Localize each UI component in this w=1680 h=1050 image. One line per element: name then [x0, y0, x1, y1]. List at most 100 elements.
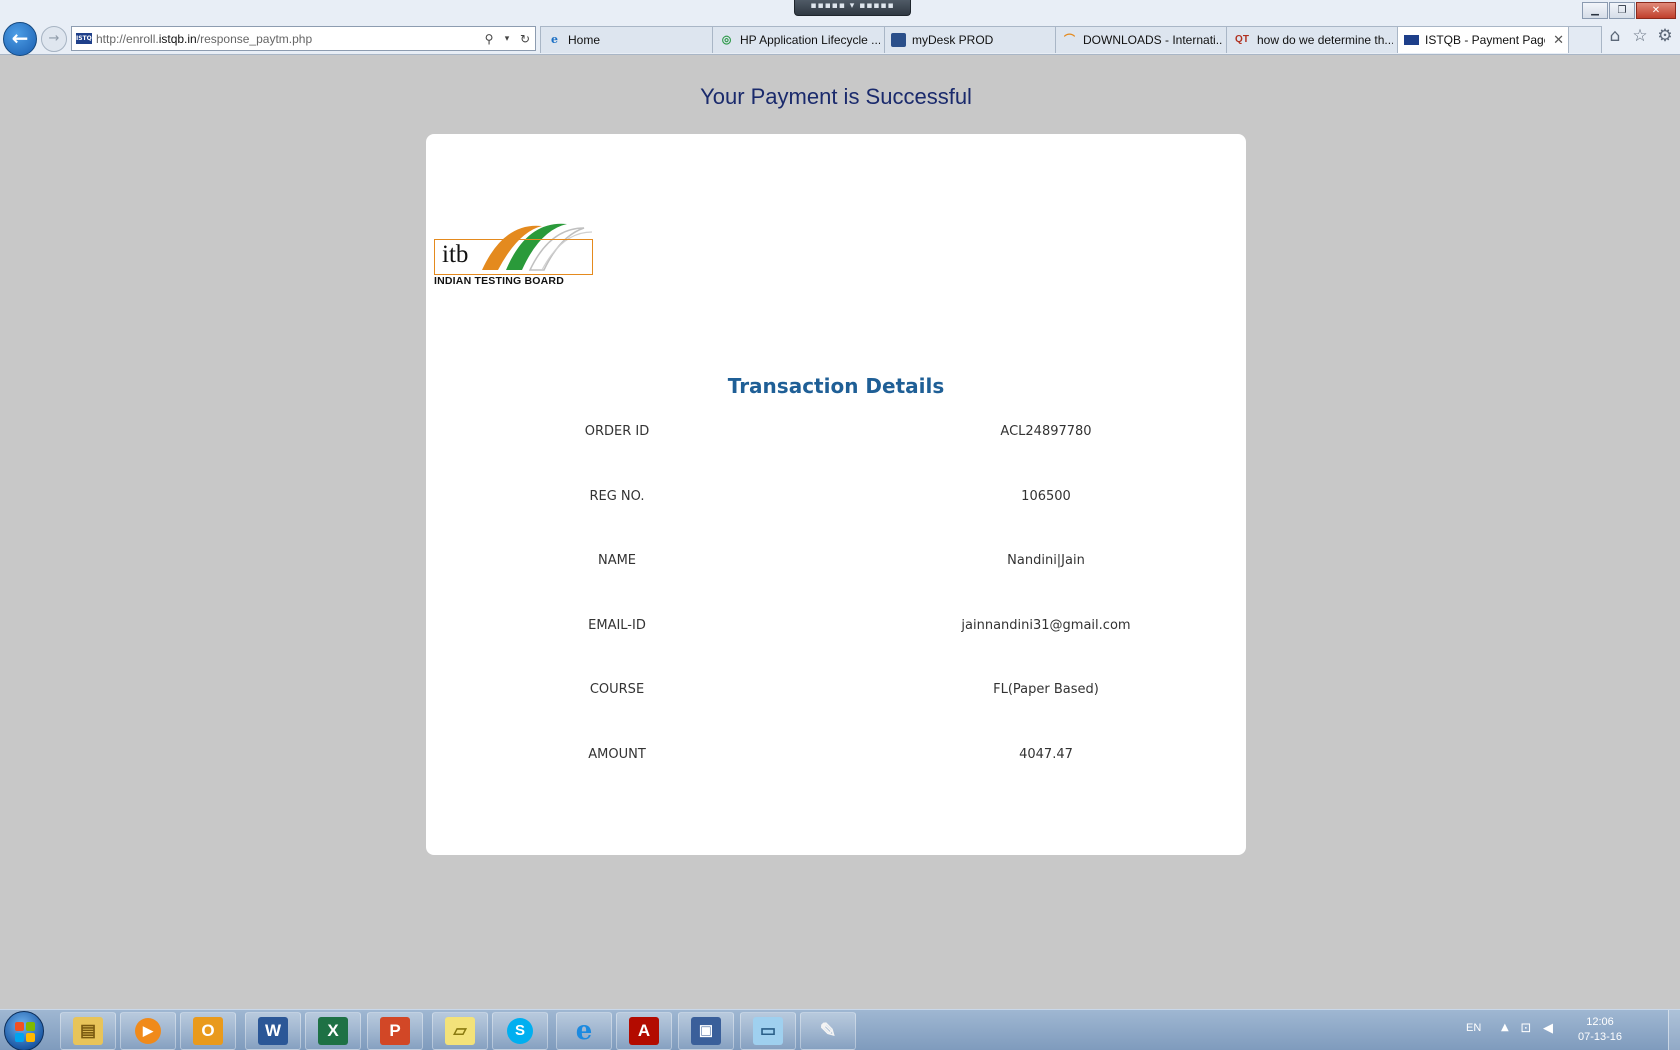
back-arrow-icon: ←: [11, 26, 29, 50]
back-button[interactable]: ←: [3, 22, 37, 56]
hp-alm-icon: ◎: [721, 34, 732, 46]
tab-label: Home: [568, 33, 601, 47]
tab-label: myDesk PROD: [912, 33, 994, 47]
new-tab-button[interactable]: [1568, 26, 1602, 53]
skype-icon: S: [507, 1018, 533, 1044]
tab-downloads[interactable]: ⌒ DOWNLOADS - Internati...: [1055, 26, 1227, 53]
taskbar-notepad[interactable]: ▭: [740, 1012, 796, 1050]
paint-icon: ✎: [819, 1020, 837, 1042]
detail-label: ORDER ID: [584, 424, 650, 439]
detail-label: EMAIL-ID: [588, 617, 646, 633]
logo-subtitle: INDIAN TESTING BOARD: [434, 275, 564, 287]
taskbar-powerpoint[interactable]: P: [367, 1012, 423, 1050]
taskbar-media-player[interactable]: ▶: [120, 1012, 176, 1050]
detail-value: Nandini|Jain: [1007, 553, 1085, 568]
detail-value: ACL24897780: [1000, 424, 1092, 439]
ie-icon: e: [551, 33, 558, 46]
detail-label: AMOUNT: [588, 746, 646, 762]
detail-value: FL(Paper Based): [993, 682, 1099, 697]
tab-hp-alm[interactable]: ◎ HP Application Lifecycle ...: [712, 26, 885, 53]
remote-desktop-icon: ▣: [691, 1017, 721, 1045]
show-desktop-button[interactable]: [1668, 1010, 1680, 1050]
taskbar-acrobat[interactable]: A: [616, 1012, 672, 1050]
tab-home[interactable]: e Home: [540, 26, 713, 53]
settings-gear-icon[interactable]: ⚙: [1656, 27, 1674, 45]
close-window-button[interactable]: ✕: [1636, 2, 1676, 19]
taskbar-internet-explorer[interactable]: e: [556, 1012, 612, 1050]
forward-arrow-icon: →: [48, 31, 60, 46]
volume-icon[interactable]: ◀: [1540, 1021, 1556, 1037]
detail-row-name: NAME Nandini|Jain: [426, 553, 1246, 618]
refresh-icon[interactable]: ↻: [517, 32, 533, 46]
notepad-icon: ▭: [753, 1017, 783, 1045]
qt-icon: QT: [1235, 34, 1249, 45]
dropdown-arrow-icon[interactable]: ▾: [499, 34, 515, 44]
taskbar-file-explorer[interactable]: ▤: [60, 1012, 116, 1050]
show-hidden-icons-icon[interactable]: ▲: [1501, 1022, 1509, 1033]
tab-label: how do we determine th...: [1257, 33, 1393, 47]
taskbar-remote-desktop[interactable]: ▣: [678, 1012, 734, 1050]
language-indicator[interactable]: EN: [1466, 1022, 1481, 1034]
url-text[interactable]: http://enroll.istqb.in/response_paytm.ph…: [96, 32, 481, 46]
network-icon[interactable]: ⊡: [1518, 1021, 1534, 1037]
detail-value: jainnandini31@gmail.com: [961, 617, 1131, 633]
taskbar-excel[interactable]: X: [305, 1012, 361, 1050]
remote-session-bar[interactable]: ▪▪▪▪▪ ▾ ▪▪▪▪▪: [794, 0, 911, 16]
url-domain: istqb.in: [158, 31, 197, 46]
acrobat-icon: A: [629, 1017, 659, 1045]
tab-label: HP Application Lifecycle ...: [740, 33, 880, 47]
close-tab-icon[interactable]: ✕: [1553, 32, 1564, 48]
file-explorer-icon: ▤: [73, 1017, 103, 1045]
detail-label: REG NO.: [589, 488, 645, 504]
url-prefix: http://enroll.: [96, 31, 159, 46]
url-path: /response_paytm.php: [196, 31, 313, 46]
taskbar-word[interactable]: W: [245, 1012, 301, 1050]
sticky-notes-icon: ▱: [445, 1017, 475, 1045]
restore-button[interactable]: ❐: [1609, 2, 1635, 19]
detail-row-reg-no: REG NO. 106500: [426, 489, 1246, 554]
detail-label: NAME: [597, 553, 637, 568]
clock-time: 12:06: [1586, 1016, 1614, 1028]
window-controls: ▁ ❐ ✕: [1582, 2, 1676, 19]
clock-date: 07-13-16: [1577, 1031, 1623, 1043]
internet-explorer-icon: e: [575, 1016, 593, 1046]
taskbar-skype[interactable]: S: [492, 1012, 548, 1050]
minimize-button[interactable]: ▁: [1582, 2, 1608, 19]
detail-row-email: EMAIL-ID jainnandini31@gmail.com: [426, 618, 1246, 683]
taskbar-sticky-notes[interactable]: ▱: [432, 1012, 488, 1050]
search-icon[interactable]: ⚲: [481, 32, 497, 46]
transaction-details-table: ORDER ID ACL24897780 REG NO. 106500 NAME…: [426, 424, 1246, 811]
tab-istqb-payment[interactable]: ISTQB - Payment Page ✕: [1397, 26, 1569, 53]
itb-swoosh-icon: ⌒: [1064, 34, 1075, 46]
taskbar-outlook[interactable]: O: [180, 1012, 236, 1050]
page-heading: Your Payment is Successful: [700, 84, 972, 109]
logo-text: itb: [442, 241, 469, 268]
tab-qt-question[interactable]: QT how do we determine th...: [1226, 26, 1398, 53]
transaction-card: itb INDIAN TESTING BOARD Transaction Det…: [426, 134, 1246, 855]
detail-value: 4047.47: [1019, 746, 1073, 762]
tab-strip: e Home ◎ HP Application Lifecycle ... my…: [540, 26, 1602, 53]
detail-row-course: COURSE FL(Paper Based): [426, 682, 1246, 747]
powerpoint-icon: P: [380, 1017, 410, 1045]
home-icon[interactable]: ⌂: [1606, 27, 1624, 45]
word-icon: W: [258, 1017, 288, 1045]
excel-icon: X: [318, 1017, 348, 1045]
tab-label: DOWNLOADS - Internati...: [1083, 33, 1222, 47]
detail-row-order-id: ORDER ID ACL24897780: [426, 424, 1246, 489]
windows-logo-icon: [15, 1022, 35, 1042]
start-button[interactable]: [4, 1011, 44, 1050]
detail-value: 106500: [1021, 488, 1071, 504]
detail-row-amount: AMOUNT 4047.47: [426, 747, 1246, 812]
forward-button[interactable]: →: [41, 26, 67, 52]
address-bar[interactable]: ISTQB http://enroll.istqb.in/response_pa…: [71, 26, 536, 51]
istqb-icon: [1404, 35, 1419, 45]
mydesk-icon: [891, 33, 906, 47]
site-favicon-icon: ISTQB: [76, 33, 97, 44]
clock[interactable]: 12:06 07-13-16: [1560, 1015, 1640, 1045]
taskbar-paint[interactable]: ✎: [800, 1012, 856, 1050]
tab-mydesk[interactable]: myDesk PROD: [884, 26, 1056, 53]
outlook-icon: O: [193, 1017, 223, 1045]
system-tray: EN ▲ ⊡ ◀ 12:06 07-13-16: [1440, 1010, 1680, 1050]
favorites-star-icon[interactable]: ☆: [1631, 27, 1649, 45]
itb-logo: itb INDIAN TESTING BOARD: [434, 220, 597, 287]
